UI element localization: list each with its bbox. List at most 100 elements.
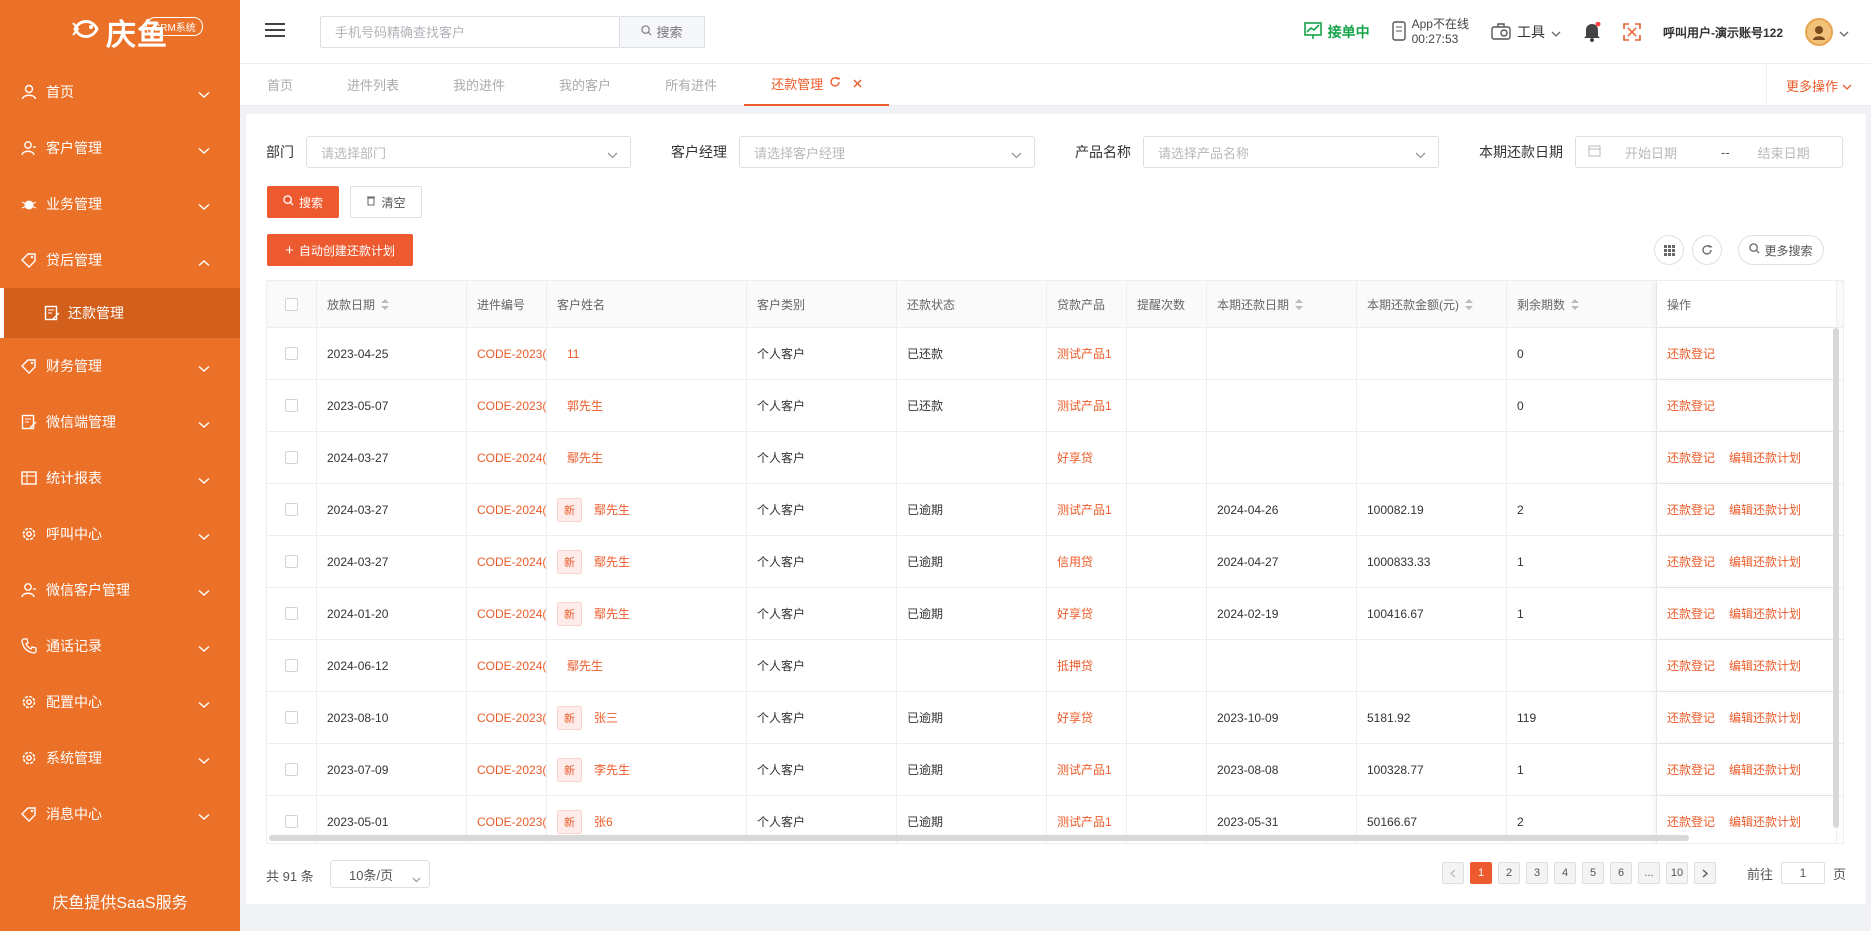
refresh-icon[interactable] — [1692, 235, 1722, 265]
cell-customer-name[interactable]: 新鄢先生 — [547, 588, 747, 639]
next-page-button[interactable] — [1694, 862, 1716, 884]
repay-register-link[interactable]: 还款登记 — [1667, 813, 1715, 830]
header-search-button[interactable]: 搜索 — [620, 15, 705, 48]
sidebar-item-3[interactable]: 贷后管理 — [0, 232, 240, 288]
page-ellipsis[interactable]: ... — [1638, 862, 1660, 884]
edit-plan-link[interactable]: 编辑还款计划 — [1729, 605, 1801, 622]
customer-search-input[interactable]: 手机号码精确查找客户 — [320, 15, 620, 48]
clear-button[interactable]: 清空 — [350, 186, 422, 218]
due-date-range[interactable]: 开始日期 -- 结束日期 — [1575, 136, 1843, 168]
repay-register-link[interactable]: 还款登记 — [1667, 345, 1715, 362]
col-due-amount[interactable]: 本期还款金额(元) — [1357, 281, 1507, 327]
cell-app-code[interactable]: CODE-2024( — [467, 640, 547, 691]
row-checkbox[interactable] — [267, 640, 317, 691]
repay-register-link[interactable]: 还款登记 — [1667, 449, 1715, 466]
page-button[interactable]: 1 — [1470, 862, 1492, 884]
cell-app-code[interactable]: CODE-2023( — [467, 692, 547, 743]
close-icon[interactable] — [853, 76, 862, 91]
edit-plan-link[interactable]: 编辑还款计划 — [1729, 761, 1801, 778]
sidebar-subitem-repayment[interactable]: 还款管理 — [0, 288, 240, 338]
sidebar-item-10[interactable]: 配置中心 — [0, 674, 240, 730]
row-checkbox[interactable] — [267, 484, 317, 535]
page-size-select[interactable]: 10条/页 — [330, 860, 430, 888]
cell-customer-name[interactable]: 11 — [547, 328, 747, 379]
cell-customer-name[interactable]: 新李先生 — [547, 744, 747, 795]
notification-bell-icon[interactable] — [1583, 22, 1601, 42]
row-checkbox[interactable] — [267, 744, 317, 795]
sidebar-item-12[interactable]: 消息中心 — [0, 786, 240, 842]
repay-register-link[interactable]: 还款登记 — [1667, 553, 1715, 570]
horizontal-scrollbar[interactable] — [269, 835, 1689, 841]
goto-page-input[interactable]: 1 — [1780, 862, 1825, 884]
sidebar-item-1[interactable]: 客户管理 — [0, 120, 240, 176]
cell-customer-name[interactable]: 新鄢先生 — [547, 484, 747, 535]
sidebar-item-5[interactable]: 微信端管理 — [0, 394, 240, 450]
row-checkbox[interactable] — [267, 588, 317, 639]
col-loan-date[interactable]: 放款日期 — [317, 281, 467, 327]
cell-customer-name[interactable]: 鄢先生 — [547, 432, 747, 483]
cell-app-code[interactable]: CODE-2024( — [467, 588, 547, 639]
dept-select[interactable]: 请选择部门 — [306, 136, 631, 168]
repay-register-link[interactable]: 还款登记 — [1667, 761, 1715, 778]
page-button[interactable]: 6 — [1610, 862, 1632, 884]
repay-register-link[interactable]: 还款登记 — [1667, 709, 1715, 726]
select-all-checkbox[interactable] — [267, 281, 317, 327]
column-settings-icon[interactable] — [1654, 235, 1684, 265]
cell-customer-name[interactable]: 郭先生 — [547, 380, 747, 431]
edit-plan-link[interactable]: 编辑还款计划 — [1729, 813, 1801, 830]
tab-repayment-management[interactable]: 还款管理 — [744, 64, 890, 106]
order-status-toggle[interactable]: 接单中 — [1303, 21, 1370, 43]
repay-register-link[interactable]: 还款登记 — [1667, 397, 1715, 414]
cell-app-code[interactable]: CODE-2024( — [467, 536, 547, 587]
manager-select[interactable]: 请选择客户经理 — [739, 136, 1035, 168]
cell-app-code[interactable]: CODE-2023( — [467, 328, 547, 379]
product-select[interactable]: 请选择产品名称 — [1143, 136, 1439, 168]
row-checkbox[interactable] — [267, 380, 317, 431]
tab-my-customers[interactable]: 我的客户 — [532, 64, 638, 106]
page-button[interactable]: 2 — [1498, 862, 1520, 884]
sidebar-item-7[interactable]: 呼叫中心 — [0, 506, 240, 562]
tab-all-applications[interactable]: 所有进件 — [638, 64, 744, 106]
sidebar-item-6[interactable]: 统计报表 — [0, 450, 240, 506]
sidebar-item-11[interactable]: 系统管理 — [0, 730, 240, 786]
col-periods-left[interactable]: 剩余期数 — [1507, 281, 1657, 327]
cell-app-code[interactable]: CODE-2023( — [467, 744, 547, 795]
fullscreen-icon[interactable] — [1623, 23, 1641, 41]
sidebar-item-8[interactable]: 微信客户管理 — [0, 562, 240, 618]
page-button[interactable]: 5 — [1582, 862, 1604, 884]
more-operations-dropdown[interactable]: 更多操作 — [1766, 64, 1871, 106]
refresh-icon[interactable] — [829, 76, 841, 91]
search-button[interactable]: 搜索 — [267, 186, 339, 218]
tools-dropdown[interactable]: 工具 — [1491, 22, 1561, 43]
auto-create-plan-button[interactable]: + 自动创建还款计划 — [267, 234, 413, 266]
col-due-date[interactable]: 本期还款日期 — [1207, 281, 1357, 327]
page-button[interactable]: 4 — [1554, 862, 1576, 884]
tab-home[interactable]: 首页 — [240, 64, 320, 106]
vertical-scrollbar[interactable] — [1833, 328, 1839, 828]
repay-register-link[interactable]: 还款登记 — [1667, 605, 1715, 622]
tab-my-applications[interactable]: 我的进件 — [426, 64, 532, 106]
cell-app-code[interactable]: CODE-2024( — [467, 432, 547, 483]
edit-plan-link[interactable]: 编辑还款计划 — [1729, 449, 1801, 466]
row-checkbox[interactable] — [267, 536, 317, 587]
sidebar-item-9[interactable]: 通话记录 — [0, 618, 240, 674]
cell-customer-name[interactable]: 新鄢先生 — [547, 536, 747, 587]
user-name[interactable]: 呼叫用户-演示账号122 — [1663, 24, 1783, 41]
edit-plan-link[interactable]: 编辑还款计划 — [1729, 553, 1801, 570]
sidebar-item-0[interactable]: 首页 — [0, 64, 240, 120]
row-checkbox[interactable] — [267, 328, 317, 379]
prev-page-button[interactable] — [1442, 862, 1464, 884]
menu-toggle-icon[interactable] — [265, 22, 295, 41]
edit-plan-link[interactable]: 编辑还款计划 — [1729, 501, 1801, 518]
row-checkbox[interactable] — [267, 432, 317, 483]
cell-app-code[interactable]: CODE-2024( — [467, 484, 547, 535]
repay-register-link[interactable]: 还款登记 — [1667, 501, 1715, 518]
cell-app-code[interactable]: CODE-2023( — [467, 380, 547, 431]
sidebar-item-2[interactable]: 业务管理 — [0, 176, 240, 232]
user-avatar-menu[interactable] — [1805, 18, 1849, 46]
edit-plan-link[interactable]: 编辑还款计划 — [1729, 709, 1801, 726]
page-button[interactable]: 10 — [1666, 862, 1688, 884]
edit-plan-link[interactable]: 编辑还款计划 — [1729, 657, 1801, 674]
more-search-button[interactable]: 更多搜索 — [1738, 235, 1824, 265]
date-start[interactable]: 开始日期 — [1625, 143, 1715, 162]
